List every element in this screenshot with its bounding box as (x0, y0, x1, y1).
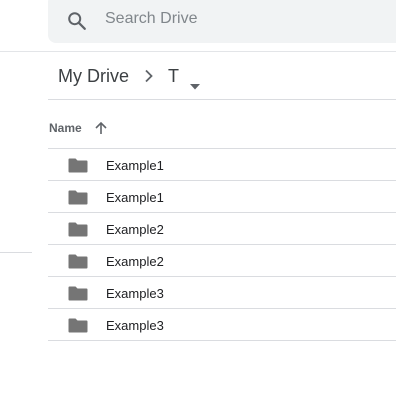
topbar-divider (0, 51, 396, 52)
folder-icon (68, 253, 88, 269)
breadcrumb-current-folder[interactable]: T (168, 65, 200, 89)
sidebar-divider (0, 252, 32, 253)
file-row[interactable]: Example3 (48, 277, 396, 309)
file-name: Example3 (106, 318, 164, 333)
file-row[interactable]: Example2 (48, 213, 396, 245)
arrow-up-icon[interactable] (94, 121, 108, 135)
caret-down-icon[interactable] (190, 74, 200, 89)
breadcrumb-my-drive[interactable]: My Drive (58, 66, 129, 87)
file-name: Example1 (106, 158, 164, 173)
drive-page: My Drive T Name Example1 Example1 Example2 (0, 0, 396, 397)
file-row[interactable]: Example1 (48, 149, 396, 181)
search-icon[interactable] (66, 10, 88, 32)
file-name: Example3 (106, 286, 164, 301)
chevron-right-icon (139, 66, 159, 86)
list-header: Name (48, 116, 108, 140)
folder-icon (68, 189, 88, 205)
folder-icon (68, 221, 88, 237)
search-input[interactable] (105, 8, 385, 30)
file-row[interactable]: Example2 (48, 245, 396, 277)
file-row[interactable]: Example1 (48, 181, 396, 213)
file-name: Example2 (106, 254, 164, 269)
search-bar[interactable] (48, 0, 396, 43)
folder-icon (68, 285, 88, 301)
breadcrumb: My Drive T (58, 64, 200, 89)
file-row[interactable]: Example3 (48, 309, 396, 341)
file-name: Example1 (106, 190, 164, 205)
breadcrumb-current-label: T (168, 65, 179, 86)
name-column-header[interactable]: Name (49, 121, 82, 135)
file-list: Example1 Example1 Example2 Example2 Example3… (48, 148, 396, 341)
file-name: Example2 (106, 222, 164, 237)
breadcrumb-divider (48, 99, 396, 100)
folder-icon (68, 157, 88, 173)
folder-icon (68, 317, 88, 333)
